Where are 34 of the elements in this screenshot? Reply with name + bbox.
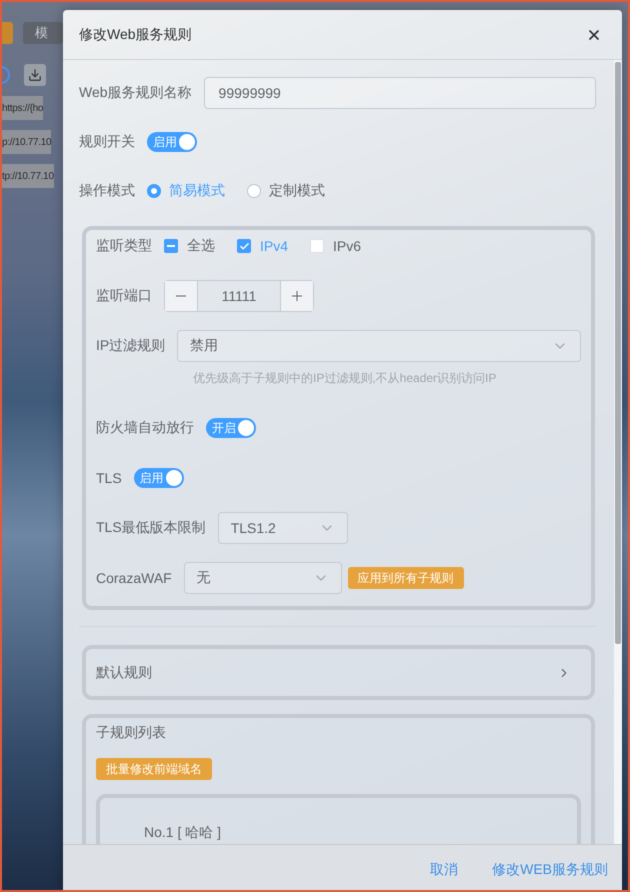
field-label: TLS最低版本限制: [96, 519, 206, 537]
field-label: TLS: [96, 470, 122, 486]
radio-option[interactable]: 定制模式: [247, 182, 325, 200]
default-rule-expander[interactable]: 默认规则: [96, 649, 571, 696]
field-label: IP过滤规则: [96, 337, 166, 355]
tls-version-select[interactable]: TLS1.2: [218, 512, 348, 544]
field-label: 规则开关: [79, 133, 135, 151]
cancel-button[interactable]: 取消: [430, 860, 458, 878]
toggle-switch[interactable]: 启用: [134, 468, 184, 488]
background-url: https://{ho: [2, 96, 44, 120]
ip-filter-select[interactable]: 禁用: [177, 330, 581, 362]
toggle-switch[interactable]: 开启: [206, 418, 256, 438]
waf-select[interactable]: 无: [184, 562, 342, 594]
field-label: 监听类型: [96, 237, 152, 255]
name-input[interactable]: 99999999: [204, 77, 596, 109]
check-icon: [238, 240, 250, 252]
download-icon: [24, 64, 46, 86]
background-url: tp://10.77.10: [2, 164, 54, 188]
field-label: Web服务规则名称: [79, 84, 192, 102]
field-label: CorazaWAF: [96, 570, 172, 586]
field-label: 操作模式: [79, 182, 135, 200]
dialog-title: 修改Web服务规则: [79, 26, 192, 44]
sub-rule-title: No.1 [ 哈哈 ]: [144, 824, 222, 840]
field-label: 防火墙自动放行: [96, 419, 194, 437]
background-url: p://10.77.10: [2, 130, 52, 154]
confirm-button[interactable]: 修改WEB服务规则: [492, 860, 608, 878]
checkbox[interactable]: 全选: [164, 237, 215, 255]
section-title: 子规则列表: [96, 723, 167, 742]
hint-text: 优先级高于子规则中的IP过滤规则,不从header识别访问IP: [193, 370, 498, 387]
field-label: 监听端口: [96, 287, 152, 305]
port-stepper[interactable]: 11111: [164, 280, 314, 312]
checkbox[interactable]: IPv6: [310, 237, 362, 255]
plus-icon[interactable]: [289, 288, 305, 304]
toggle-switch[interactable]: 启用: [147, 132, 197, 152]
